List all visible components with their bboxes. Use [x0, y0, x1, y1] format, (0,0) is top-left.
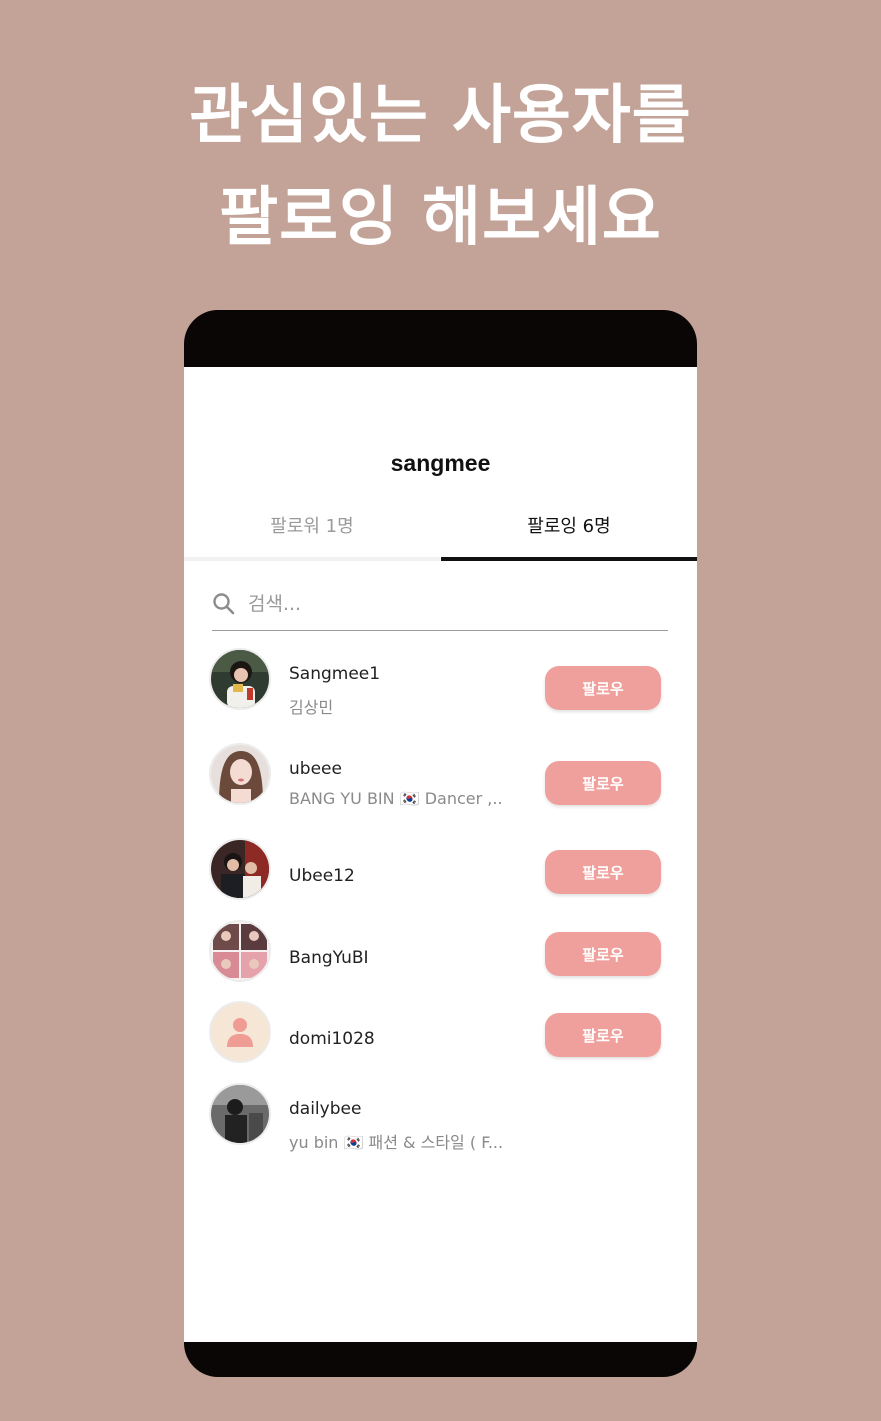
search-bar [212, 582, 668, 631]
avatar[interactable] [209, 1001, 271, 1063]
app-screen: sangmee 팔로워 1명 팔로잉 6명 검색... Sangmee1 김상민… [184, 367, 697, 1342]
avatar[interactable] [209, 743, 271, 805]
headline-line-1: 관심있는 사용자를 [189, 79, 692, 153]
follow-button[interactable]: 팔로우 [545, 666, 661, 710]
user-bio: yu bin 🇰🇷 패션 & 스타일 ( F... [289, 1133, 504, 1152]
headline-line-2: 팔로잉 해보세요 [219, 181, 662, 255]
phone-frame: sangmee 팔로워 1명 팔로잉 6명 검색... Sangmee1 김상민… [184, 310, 697, 1377]
follow-button[interactable]: 팔로우 [545, 1013, 661, 1057]
avatar[interactable] [209, 838, 271, 900]
user-bio: BANG YU BIN 🇰🇷 Dancer ,... [289, 789, 504, 808]
tab-bar: 팔로워 1명 팔로잉 6명 [184, 507, 697, 561]
follow-button[interactable]: 팔로우 [545, 761, 661, 805]
default-person-icon [211, 1003, 269, 1061]
follow-button[interactable]: 팔로우 [545, 932, 661, 976]
avatar[interactable] [209, 920, 271, 982]
tab-following[interactable]: 팔로잉 6명 [441, 507, 697, 561]
follow-button[interactable]: 팔로우 [545, 850, 661, 894]
username: BangYuBI [289, 948, 369, 968]
username: dailybee [289, 1099, 362, 1119]
avatar[interactable] [209, 1083, 271, 1145]
username: domi1028 [289, 1029, 375, 1049]
username: Sangmee1 [289, 664, 381, 684]
avatar[interactable] [209, 648, 271, 710]
search-icon [212, 592, 236, 616]
username: ubeee [289, 759, 342, 779]
search-input[interactable] [248, 588, 648, 620]
username: Ubee12 [289, 866, 355, 886]
tab-followers[interactable]: 팔로워 1명 [184, 507, 440, 561]
user-bio: 김상민 [289, 698, 334, 717]
page-title: sangmee [390, 450, 491, 476]
